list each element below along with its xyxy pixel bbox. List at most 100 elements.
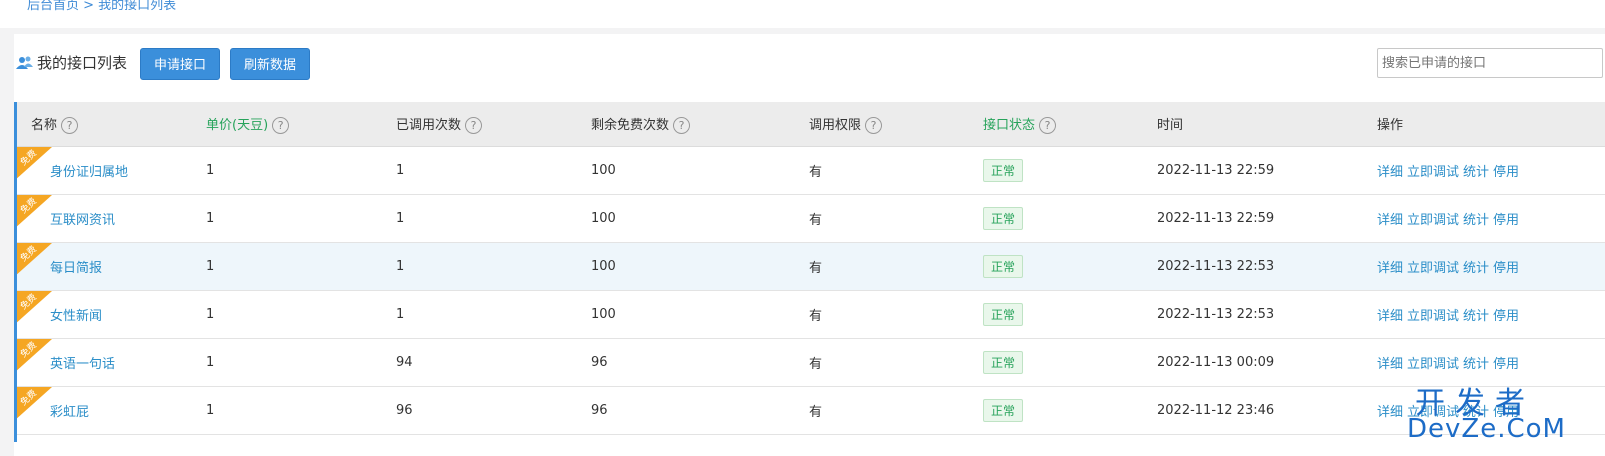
refresh-data-button[interactable]: 刷新数据	[230, 48, 311, 80]
table-row: 免费 彩虹屁 1 96 96 有 正常 2022-11-12 23:46 详细立…	[14, 386, 1605, 434]
time-cell: 2022-11-13 22:59	[1157, 210, 1275, 226]
name-cell: 免费 互联网资讯	[14, 194, 206, 242]
status-cell: 正常	[983, 338, 1157, 386]
interface-name-link[interactable]: 彩虹屁	[50, 405, 89, 420]
calls-cell: 96	[396, 402, 413, 418]
status-badge: 正常	[983, 398, 1024, 422]
header-name[interactable]: 名称?	[14, 102, 206, 147]
table-header-row: 名称? 单价(天豆)? 已调用次数? 剩余免费次数? 调用权限? 接口状态? 时…	[14, 102, 1605, 147]
debug-link[interactable]: 立即调试	[1407, 357, 1459, 372]
status-badge: 正常	[983, 254, 1024, 278]
status-cell: 正常	[983, 146, 1157, 194]
users-icon	[16, 55, 34, 71]
table-row: 免费 每日简报 1 1 100 有 正常 2022-11-13 22:53 详细…	[14, 242, 1605, 290]
free-cell: 100	[591, 162, 616, 178]
watermark: 开发者 DevZe.CoM	[1407, 378, 1567, 456]
free-ribbon: 免费	[14, 386, 52, 421]
detail-link[interactable]: 详细	[1377, 213, 1403, 228]
watermark-line2: DevZe.CoM	[1407, 414, 1566, 444]
disable-link[interactable]: 停用	[1493, 261, 1519, 276]
stats-link[interactable]: 统计	[1463, 309, 1489, 324]
interface-name-link[interactable]: 每日简报	[50, 261, 102, 276]
table-row: 免费 身份证归属地 1 1 100 有 正常 2022-11-13 22:59 …	[14, 146, 1605, 194]
price-cell: 1	[206, 402, 215, 418]
disable-link[interactable]: 停用	[1493, 165, 1519, 180]
header-free[interactable]: 剩余免费次数?	[591, 102, 809, 147]
status-cell: 正常	[983, 290, 1157, 338]
permission-cell: 有	[809, 164, 823, 180]
help-icon[interactable]: ?	[865, 116, 883, 134]
stats-link[interactable]: 统计	[1463, 213, 1489, 228]
stats-link[interactable]: 统计	[1463, 357, 1489, 372]
calls-cell: 1	[396, 258, 405, 274]
debug-link[interactable]: 立即调试	[1407, 309, 1459, 324]
price-cell: 1	[206, 306, 215, 322]
search-input[interactable]	[1377, 48, 1603, 78]
help-icon[interactable]: ?	[1039, 116, 1057, 134]
debug-link[interactable]: 立即调试	[1407, 165, 1459, 180]
calls-cell: 1	[396, 162, 405, 178]
help-icon[interactable]: ?	[272, 116, 290, 134]
header-name-label: 名称	[31, 117, 58, 133]
header-status[interactable]: 接口状态?	[983, 102, 1157, 147]
header-actions: 操作	[1377, 102, 1605, 147]
disable-link[interactable]: 停用	[1493, 213, 1519, 228]
calls-cell: 94	[396, 354, 413, 370]
stats-link[interactable]: 统计	[1463, 165, 1489, 180]
actions-cell: 详细 立即调试 统计 停用	[1377, 242, 1605, 290]
detail-link[interactable]: 详细	[1377, 165, 1403, 180]
status-badge: 正常	[983, 158, 1024, 182]
free-cell: 100	[591, 306, 616, 322]
header-permission[interactable]: 调用权限?	[809, 102, 983, 147]
interface-list-panel: 我的接口列表 申请接口 刷新数据 名称? 单价(天豆)? 已调用次数? 剩余免费…	[14, 34, 1605, 456]
name-cell: 免费 英语一句话	[14, 338, 206, 386]
header-calls[interactable]: 已调用次数?	[396, 102, 591, 147]
detail-link[interactable]: 详细	[1377, 405, 1403, 420]
actions-cell: 详细 立即调试 统计 停用	[1377, 146, 1605, 194]
detail-link[interactable]: 详细	[1377, 357, 1403, 372]
time-cell: 2022-11-13 22:59	[1157, 162, 1275, 178]
stats-link[interactable]: 统计	[1463, 261, 1489, 276]
disable-link[interactable]: 停用	[1493, 357, 1519, 372]
name-cell: 免费 每日简报	[14, 242, 206, 290]
top-bar: 后台首页 > 我的接口列表	[0, 0, 1605, 28]
detail-link[interactable]: 详细	[1377, 261, 1403, 276]
debug-link[interactable]: 立即调试	[1407, 261, 1459, 276]
permission-cell: 有	[809, 212, 823, 228]
header-price[interactable]: 单价(天豆)?	[206, 102, 396, 147]
detail-link[interactable]: 详细	[1377, 309, 1403, 324]
time-cell: 2022-11-13 22:53	[1157, 306, 1275, 322]
status-cell: 正常	[983, 242, 1157, 290]
help-icon[interactable]: ?	[465, 116, 483, 134]
debug-link[interactable]: 立即调试	[1407, 213, 1459, 228]
apply-interface-button[interactable]: 申请接口	[140, 48, 221, 80]
price-cell: 1	[206, 210, 215, 226]
free-ribbon: 免费	[14, 194, 52, 229]
header-price-label: 单价(天豆)	[206, 117, 269, 133]
permission-cell: 有	[809, 308, 823, 324]
interface-name-link[interactable]: 互联网资讯	[50, 213, 115, 228]
free-ribbon: 免费	[14, 146, 52, 181]
table-row: 免费 英语一句话 1 94 96 有 正常 2022-11-13 00:09 详…	[14, 338, 1605, 386]
calls-cell: 1	[396, 210, 405, 226]
disable-link[interactable]: 停用	[1493, 309, 1519, 324]
price-cell: 1	[206, 354, 215, 370]
help-icon[interactable]: ?	[61, 116, 79, 134]
permission-cell: 有	[809, 404, 823, 420]
permission-cell: 有	[809, 356, 823, 372]
actions-cell: 详细 立即调试 统计 停用	[1377, 194, 1605, 242]
interface-name-link[interactable]: 女性新闻	[50, 309, 102, 324]
table-row: 免费 女性新闻 1 1 100 有 正常 2022-11-13 22:53 详细…	[14, 290, 1605, 338]
header-status-label: 接口状态	[983, 117, 1036, 133]
free-cell: 96	[591, 354, 608, 370]
help-icon[interactable]: ?	[673, 116, 691, 134]
permission-cell: 有	[809, 260, 823, 276]
interface-name-link[interactable]: 英语一句话	[50, 357, 115, 372]
interface-name-link[interactable]: 身份证归属地	[50, 165, 128, 180]
status-badge: 正常	[983, 350, 1024, 374]
free-ribbon: 免费	[14, 338, 52, 373]
status-cell: 正常	[983, 386, 1157, 434]
breadcrumb[interactable]: 后台首页 > 我的接口列表	[27, 0, 176, 13]
header-permission-label: 调用权限	[809, 117, 862, 133]
header-free-label: 剩余免费次数	[591, 117, 670, 133]
